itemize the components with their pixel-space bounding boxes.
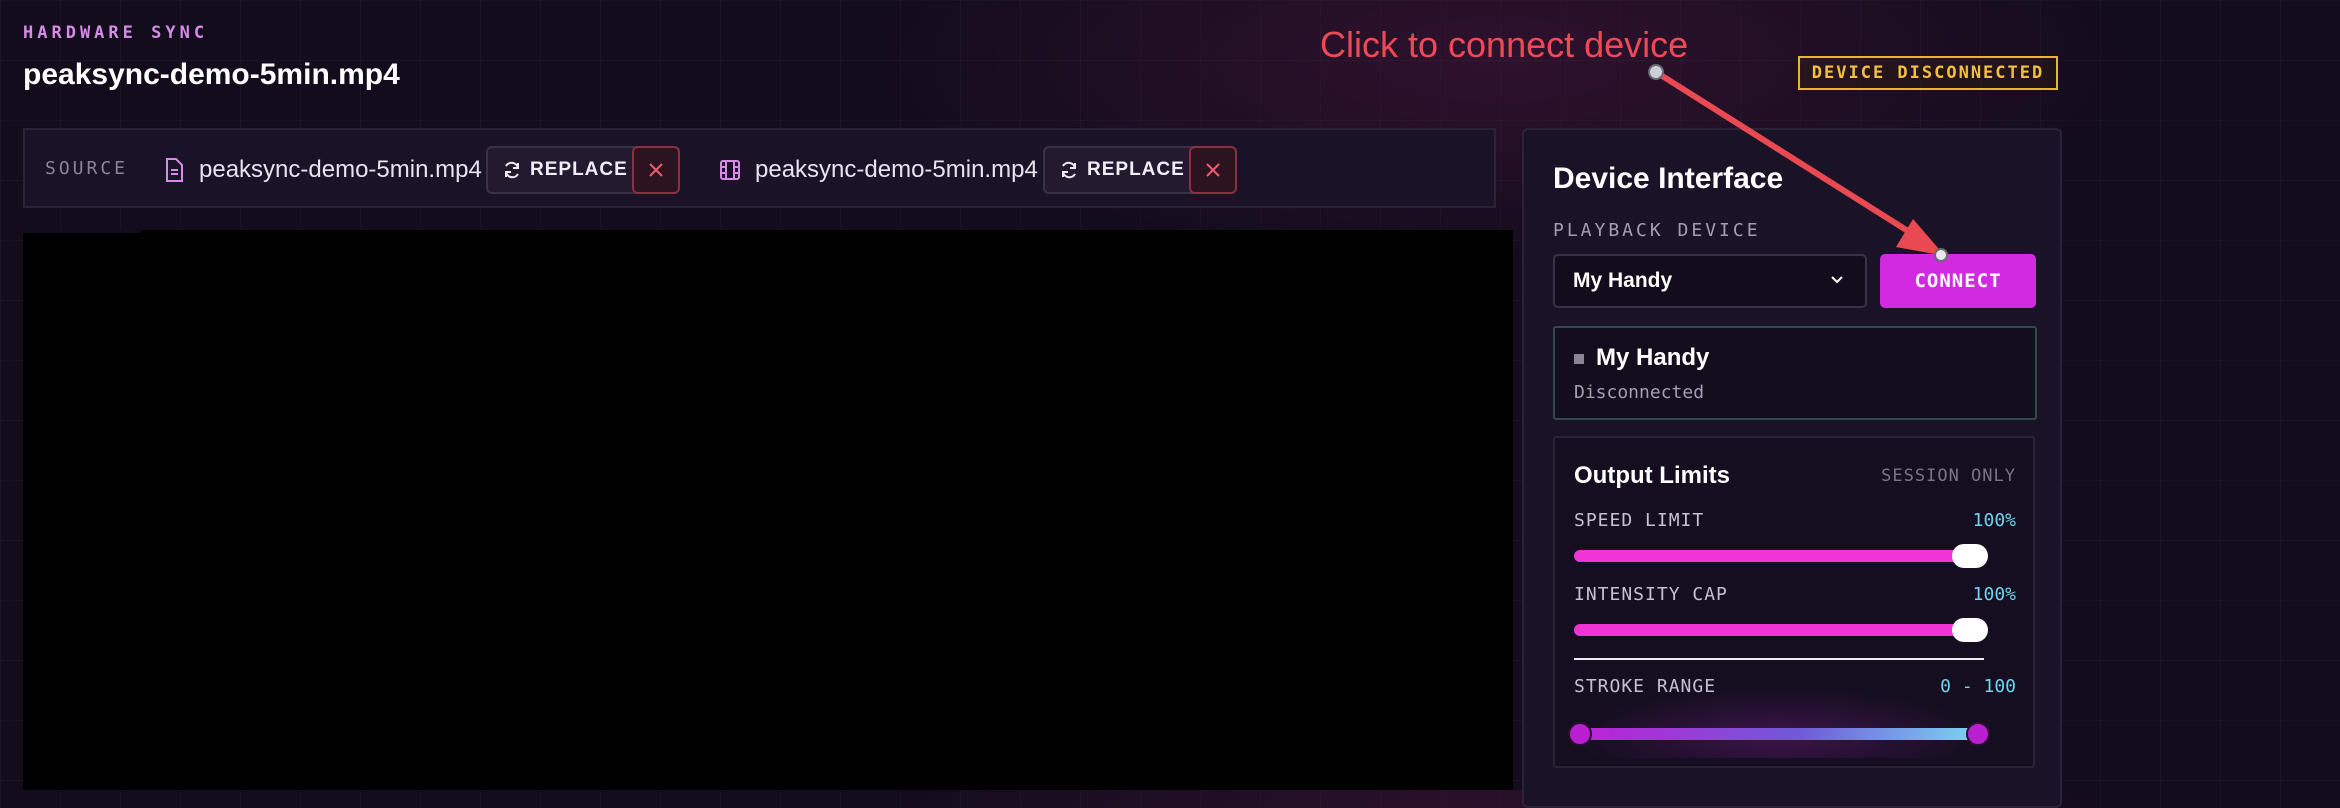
annotation-end-dot xyxy=(1934,248,1948,262)
annotation-arrow xyxy=(1648,64,1948,262)
annotation-start-dot xyxy=(1648,64,1664,80)
